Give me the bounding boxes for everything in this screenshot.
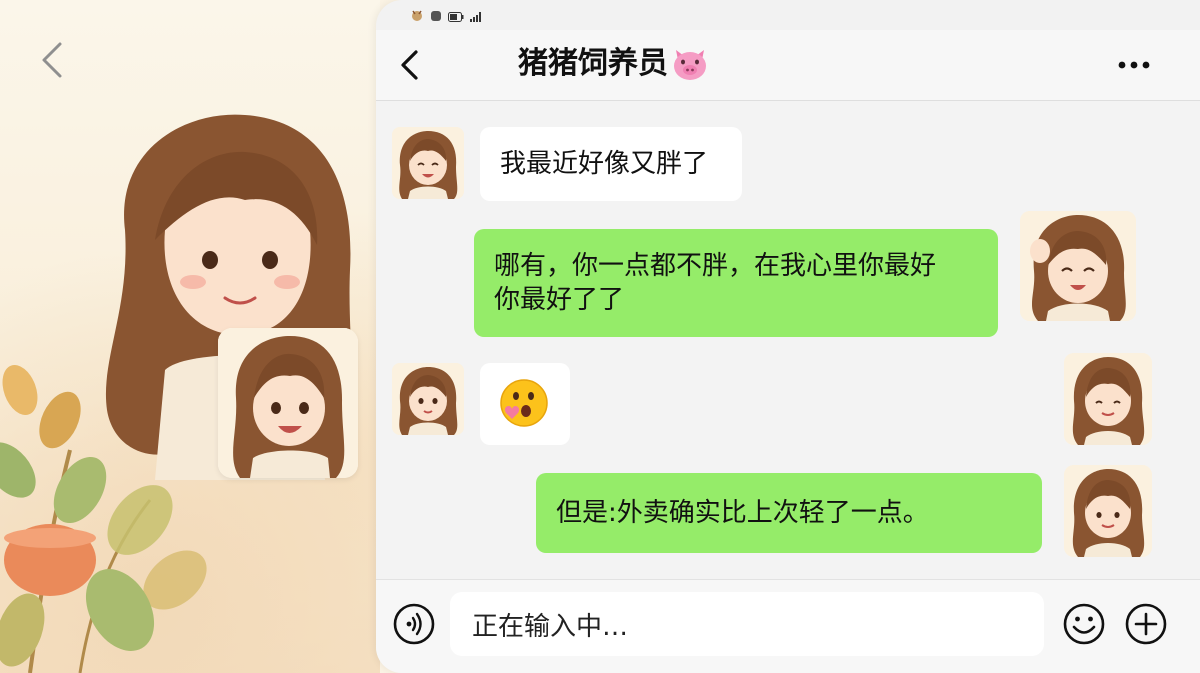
message-bubble-sent[interactable]: 哪有，你一点都不胖，在我心里你最好 你最好了了 xyxy=(474,229,998,337)
user-avatar[interactable] xyxy=(1064,353,1152,445)
girl-avatar-icon xyxy=(1020,211,1136,321)
girl-avatar-icon xyxy=(1064,353,1152,445)
girl-avatar-icon xyxy=(392,363,464,435)
user-avatar[interactable] xyxy=(1064,465,1152,557)
plus-circle-icon[interactable] xyxy=(1124,602,1168,646)
contact-avatar[interactable] xyxy=(392,363,464,435)
contact-avatar[interactable] xyxy=(392,127,464,199)
message-bubble-received[interactable]: 我最近好像又胖了 xyxy=(480,127,742,201)
message-bubble-received[interactable]: 😮 xyxy=(480,363,570,445)
chevron-left-icon[interactable] xyxy=(398,48,422,82)
smiley-icon[interactable] xyxy=(1062,602,1106,646)
girl-avatar-icon xyxy=(392,127,464,199)
message-bubble-sent[interactable]: 但是:外卖确实比上次轻了一点。 xyxy=(536,473,1042,553)
more-dots-icon[interactable] xyxy=(1114,50,1154,80)
voice-icon[interactable] xyxy=(392,602,436,646)
chat-window: 猪猪饲养员 我最近好像又胖了 哪有，你一点都不胖，在我心里你最好 你最好了了 但… xyxy=(376,0,1200,673)
background-artwork xyxy=(0,0,380,673)
girl-sticker-icon xyxy=(218,328,358,478)
battery-icon xyxy=(448,7,464,26)
girl-avatar-icon xyxy=(1064,465,1152,557)
input-bar xyxy=(376,579,1200,673)
girl-sticker-card xyxy=(218,328,358,478)
message-text: 但是:外卖确实比上次轻了一点。 xyxy=(556,498,929,528)
deer-icon xyxy=(410,7,424,26)
message-list: 我最近好像又胖了 哪有，你一点都不胖，在我心里你最好 你最好了了 但是:外卖确实… xyxy=(376,101,1200,579)
user-avatar[interactable] xyxy=(1020,211,1136,321)
app-icon xyxy=(430,7,442,26)
surprised-kiss-emoji-icon xyxy=(500,379,548,427)
message-input[interactable] xyxy=(450,592,1044,656)
pig-face-icon xyxy=(674,50,706,80)
chevron-left-icon[interactable] xyxy=(38,40,68,80)
chat-title: 猪猪饲养员 xyxy=(518,46,668,81)
message-text: 我最近好像又胖了 xyxy=(500,149,709,179)
message-text: 哪有，你一点都不胖，在我心里你最好 你最好了了 xyxy=(494,251,937,315)
signal-icon xyxy=(470,7,482,26)
status-bar xyxy=(410,9,482,23)
chat-header: 猪猪饲养员 xyxy=(376,30,1200,101)
